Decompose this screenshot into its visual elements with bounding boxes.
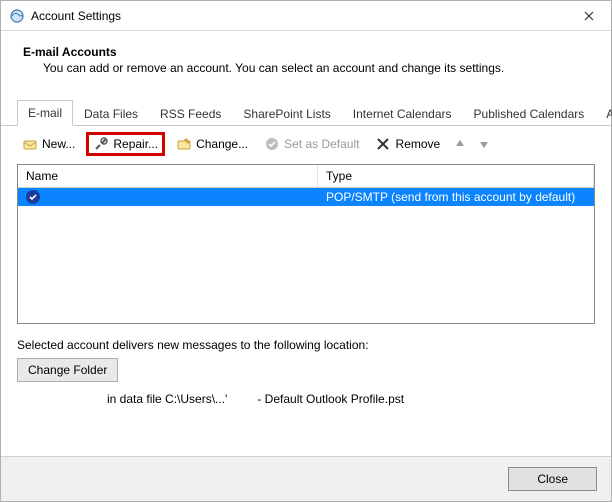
repair-button[interactable]: Repair... <box>86 132 165 156</box>
remove-label: Remove <box>395 137 440 151</box>
new-label: New... <box>42 137 75 151</box>
titlebar: Account Settings <box>1 1 611 31</box>
remove-icon <box>375 136 391 152</box>
column-type[interactable]: Type <box>318 165 594 187</box>
window-title: Account Settings <box>31 9 121 23</box>
list-header: Name Type <box>18 165 594 188</box>
delivery-path: in data file C:\Users\...' - Default Out… <box>17 382 595 406</box>
move-down-button <box>475 135 493 153</box>
change-folder-button[interactable]: Change Folder <box>17 358 118 382</box>
new-button[interactable]: New... <box>17 133 80 155</box>
tab-sharepoint-lists[interactable]: SharePoint Lists <box>232 101 341 126</box>
close-icon <box>584 11 594 21</box>
tab-published-calendars[interactable]: Published Calendars <box>463 101 596 126</box>
remove-button[interactable]: Remove <box>370 133 445 155</box>
arrow-up-icon <box>454 138 466 150</box>
page-header: E-mail Accounts You can add or remove an… <box>1 31 611 81</box>
account-name-cell <box>18 189 318 205</box>
tab-internet-calendars[interactable]: Internet Calendars <box>342 101 463 126</box>
tab-strip: E-mail Data Files RSS Feeds SharePoint L… <box>1 81 611 126</box>
delivery-location: Selected account delivers new messages t… <box>1 324 611 410</box>
delivery-path-prefix: in data file C:\Users\...' <box>107 392 227 406</box>
window-close-button[interactable] <box>566 1 611 30</box>
tab-data-files[interactable]: Data Files <box>73 101 149 126</box>
change-icon <box>176 136 192 152</box>
tab-email[interactable]: E-mail <box>17 100 73 126</box>
window-app-icon <box>9 8 25 24</box>
account-row[interactable]: POP/SMTP (send from this account by defa… <box>18 188 594 206</box>
dialog-footer: Close <box>1 456 611 501</box>
set-default-button: Set as Default <box>259 133 364 155</box>
header-title: E-mail Accounts <box>23 45 589 59</box>
change-label: Change... <box>196 137 248 151</box>
account-settings-window: Account Settings E-mail Accounts You can… <box>0 0 612 502</box>
delivery-path-suffix: - Default Outlook Profile.pst <box>257 392 404 406</box>
new-icon <box>22 136 38 152</box>
close-button[interactable]: Close <box>508 467 597 491</box>
toolbar: New... Repair... Change... Set as Defaul… <box>1 126 611 162</box>
move-up-button <box>451 135 469 153</box>
tab-address-books[interactable]: Address Books <box>595 101 612 126</box>
account-type-cell: POP/SMTP (send from this account by defa… <box>318 189 594 205</box>
accounts-list: Name Type POP/SMTP (send from this accou… <box>17 164 595 324</box>
delivery-intro: Selected account delivers new messages t… <box>17 338 595 352</box>
set-default-icon <box>264 136 280 152</box>
repair-label: Repair... <box>113 137 158 151</box>
column-name[interactable]: Name <box>18 165 318 187</box>
list-body: POP/SMTP (send from this account by defa… <box>18 188 594 323</box>
change-button[interactable]: Change... <box>171 133 253 155</box>
header-subtitle: You can add or remove an account. You ca… <box>23 59 589 75</box>
arrow-down-icon <box>478 138 490 150</box>
set-default-label: Set as Default <box>284 137 359 151</box>
repair-icon <box>93 136 109 152</box>
tab-rss-feeds[interactable]: RSS Feeds <box>149 101 232 126</box>
default-check-icon <box>26 190 40 204</box>
